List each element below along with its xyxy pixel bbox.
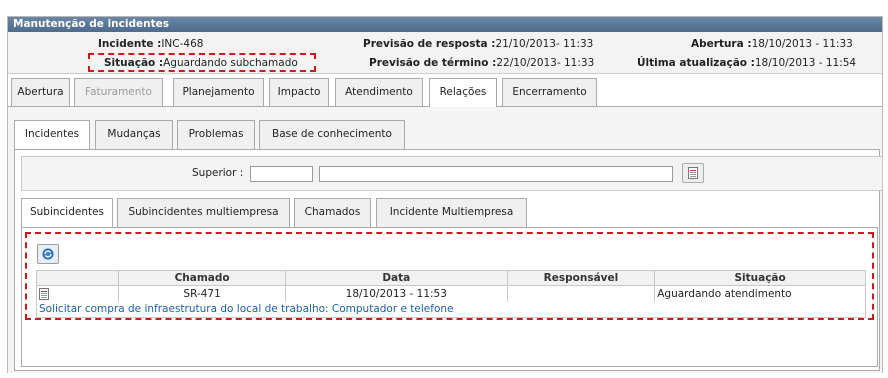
document-icon[interactable] [39,287,49,300]
situacao-highlight-box [88,53,316,72]
incident-header: Incidente :INC-468 Situação :Aguardando … [8,32,882,74]
table-row-description[interactable]: Solicitar compra de infraestrutura do lo… [36,301,866,318]
tab-subincidentes[interactable]: Subincidentes [21,198,113,228]
descricao-link[interactable]: Solicitar compra de infraestrutura do lo… [36,301,866,318]
situacao-cell: Aguardando atendimento [654,285,866,302]
relacoes-panel: Incidentes Mudanças Problemas Base de co… [8,107,883,373]
previsao-termino-field: Previsão de término :22/10/2013- 11:33 [369,56,594,70]
tab-subincidentes-multiempresa[interactable]: Subincidentes multiempresa [117,198,290,227]
table-row[interactable]: SR-471 18/10/2013 - 11:53 Aguardando ate… [35,285,866,302]
column-data: Data [284,270,508,286]
incidente-value: INC-468 [161,38,204,50]
previsao-resposta-field: Previsão de resposta :21/10/2013- 11:33 [363,37,593,51]
incidente-label: Incidente : [98,38,162,50]
row-icon-cell[interactable] [35,285,120,302]
incidente-field: Incidente :INC-468 [98,37,203,51]
tab-encerramento[interactable]: Encerramento [502,78,597,106]
column-icon [35,270,120,286]
superior-code-input[interactable] [250,166,313,182]
previsao-resposta-label: Previsão de resposta : [363,38,496,50]
tab-relacoes[interactable]: Relações [429,78,497,108]
ultima-atualizacao-value: 18/10/2013 - 11:54 [754,57,857,69]
subincidentes-highlight-box: Chamado Data Responsável Situação SR-471… [25,232,874,320]
refresh-button[interactable] [37,244,59,264]
subincidentes-panel: Chamado Data Responsável Situação SR-471… [21,227,878,367]
previsao-termino-value: 22/10/2013- 11:33 [496,57,595,69]
superior-label: Superior : [192,167,244,179]
window-title: Manutenção de incidentes [8,17,882,32]
superior-lookup-button[interactable] [682,163,704,183]
tab-incidentes[interactable]: Incidentes [14,120,90,150]
abertura-label: Abertura : [691,38,752,50]
ultima-atualizacao-label: Última atualização : [637,57,755,69]
previsao-resposta-value: 21/10/2013- 11:33 [495,38,594,50]
previsao-termino-label: Previsão de término : [369,57,497,69]
tab-planejamento[interactable]: Planejamento [173,78,264,106]
tab-problemas[interactable]: Problemas [177,120,255,149]
refresh-icon [42,248,54,260]
lookup-icon [688,167,698,179]
column-situacao: Situação [654,270,866,286]
main-tabs: Abertura Faturamento Planejamento Impact… [8,78,882,108]
incident-window: Manutenção de incidentes Incidente :INC-… [7,16,883,373]
incidentes-panel: Superior : Subincidentes Subincidentes m… [14,149,883,371]
tab-atendimento[interactable]: Atendimento [335,78,423,106]
tab-abertura[interactable]: Abertura [11,78,70,106]
superior-section: Superior : [21,156,883,191]
column-responsavel: Responsável [506,270,656,286]
superior-description-input[interactable] [319,166,673,182]
chamado-cell: SR-471 [118,285,286,302]
tab-incidente-multiempresa[interactable]: Incidente Multiempresa [376,198,527,227]
tab-faturamento: Faturamento [74,78,163,106]
tab-chamados[interactable]: Chamados [294,198,371,227]
ultima-atualizacao-field: Última atualização :18/10/2013 - 11:54 [637,56,856,70]
subincidentes-grid: Chamado Data Responsável Situação SR-471… [35,270,866,318]
tab-base-conhecimento[interactable]: Base de conhecimento [259,120,405,149]
tab-mudancas[interactable]: Mudanças [95,120,173,149]
data-cell: 18/10/2013 - 11:53 [284,285,508,302]
tab-impacto[interactable]: Impacto [269,78,329,106]
column-chamado: Chamado [118,270,286,286]
grid-header-row: Chamado Data Responsável Situação [35,270,866,286]
responsavel-cell [506,285,656,302]
abertura-field: Abertura :18/10/2013 - 11:33 [691,37,853,51]
abertura-value: 18/10/2013 - 11:33 [751,38,853,50]
